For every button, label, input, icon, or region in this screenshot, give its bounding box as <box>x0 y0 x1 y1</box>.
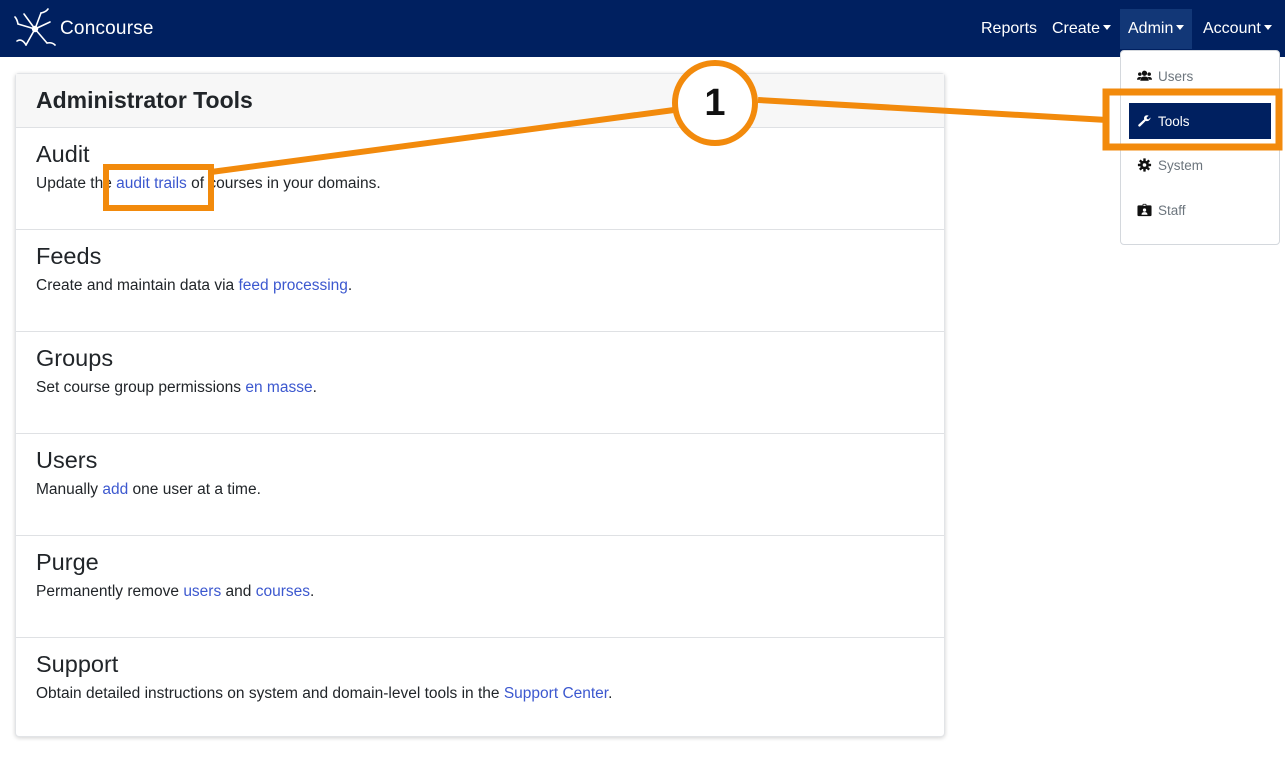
menu-item-tools-label: Tools <box>1158 113 1190 129</box>
desc-text: Manually <box>36 481 103 498</box>
concourse-logo-icon <box>14 8 56 46</box>
nav-admin-dropdown[interactable]: Admin <box>1120 9 1193 49</box>
purge-users-link[interactable]: users <box>183 583 221 600</box>
desc-text: . <box>309 583 315 600</box>
purge-courses-link[interactable]: courses <box>256 583 310 600</box>
section-title: Feeds <box>36 243 102 269</box>
desc-text: Set course group permissions <box>36 379 246 396</box>
section-purge: Purge Permanently remove users and cours… <box>16 536 944 638</box>
nav-create-label: Create <box>1052 20 1101 37</box>
section-description: Manually add one user at a time. <box>36 481 944 499</box>
desc-text: . <box>312 379 317 396</box>
section-title: Purge <box>36 549 99 575</box>
nav-admin-label: Admin <box>1128 20 1174 37</box>
top-navbar: Concourse Reports Create Admin Account <box>0 0 1285 57</box>
nav-reports-label: Reports <box>981 20 1038 37</box>
section-users: Users Manually add one user at a time. <box>16 434 944 536</box>
section-support: Support Obtain detailed instructions on … <box>16 638 944 740</box>
section-groups: Groups Set course group permissions en m… <box>16 332 944 434</box>
section-title: Users <box>36 447 98 473</box>
section-description: Set course group permissions en masse. <box>36 379 944 397</box>
admin-dropdown-menu: Users Tools System Staff <box>1120 50 1280 245</box>
caret-down-icon <box>1176 25 1185 31</box>
administrator-tools-card: Administrator Tools Audit Update the aud… <box>15 73 945 737</box>
desc-text: Update the <box>36 175 117 192</box>
desc-text: Permanently remove <box>36 583 184 600</box>
desc-text: . <box>347 277 353 294</box>
wrench-icon <box>1138 115 1151 127</box>
users-icon <box>1137 70 1152 81</box>
menu-item-system-label: System <box>1158 157 1204 173</box>
callout-number: 1 <box>704 81 726 124</box>
section-feeds: Feeds Create and maintain data via feed … <box>16 230 944 332</box>
desc-text: Obtain detailed instructions on system a… <box>36 685 504 702</box>
menu-item-system[interactable]: System <box>1129 147 1271 183</box>
nav-reports[interactable]: Reports <box>981 9 1037 49</box>
desc-text: one user at a time. <box>128 481 261 498</box>
brand-link[interactable]: Concourse <box>14 7 154 51</box>
nav-account-label: Account <box>1203 20 1261 37</box>
section-description: Permanently remove users and courses. <box>36 583 944 601</box>
desc-text: of courses in your domains. <box>186 175 381 192</box>
card-header: Administrator Tools <box>16 74 944 128</box>
menu-item-staff[interactable]: Staff <box>1129 192 1271 228</box>
feed-processing-link[interactable]: feed processing <box>238 277 347 294</box>
caret-down-icon <box>1103 25 1112 31</box>
nav-account-dropdown[interactable]: Account <box>1203 9 1272 49</box>
desc-text: . <box>608 685 613 702</box>
menu-item-users[interactable]: Users <box>1129 58 1271 94</box>
section-audit: Audit Update the audit trails of courses… <box>16 128 944 230</box>
audit-trails-link[interactable]: audit trails <box>116 175 187 192</box>
desc-text: and <box>221 583 256 600</box>
gear-icon <box>1137 158 1152 172</box>
page-title: Administrator Tools <box>36 87 253 113</box>
brand-name: Concourse <box>60 18 154 39</box>
section-title: Support <box>36 651 119 677</box>
en-masse-link[interactable]: en masse <box>245 379 312 396</box>
caret-down-icon <box>1263 25 1272 31</box>
section-description: Obtain detailed instructions on system a… <box>36 685 944 703</box>
desc-text: Create and maintain data via <box>36 277 239 294</box>
nav-create-dropdown[interactable]: Create <box>1052 9 1112 49</box>
section-description: Update the audit trails of courses in yo… <box>36 175 944 193</box>
menu-item-tools[interactable]: Tools <box>1129 103 1271 139</box>
id-badge-icon <box>1137 203 1152 217</box>
menu-item-staff-label: Staff <box>1158 202 1186 218</box>
menu-item-users-label: Users <box>1158 68 1194 84</box>
support-center-link[interactable]: Support Center <box>504 685 608 702</box>
section-title: Groups <box>36 345 114 371</box>
section-title: Audit <box>36 141 90 167</box>
section-description: Create and maintain data via feed proces… <box>36 277 944 295</box>
add-user-link[interactable]: add <box>102 481 128 498</box>
